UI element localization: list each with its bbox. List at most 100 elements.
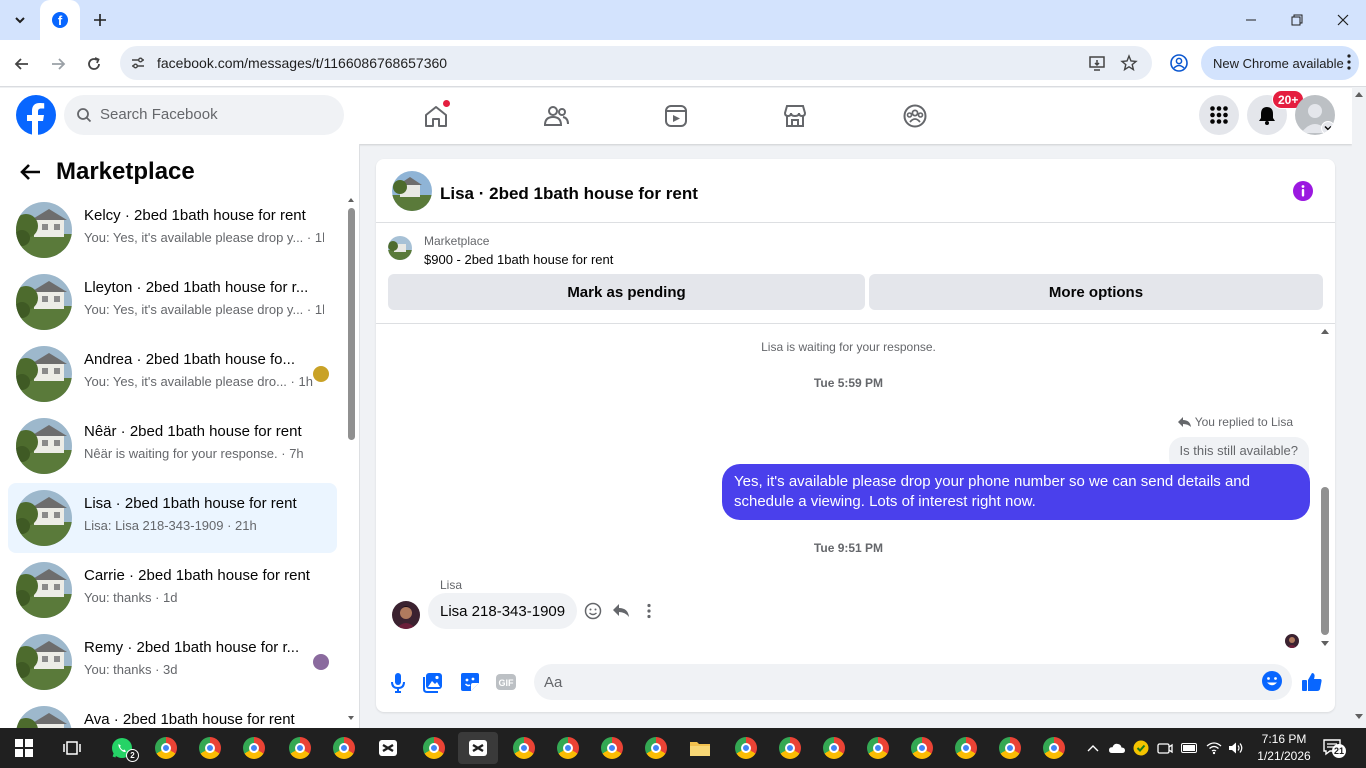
chrome-j-icon[interactable]: [504, 732, 544, 764]
conversation-item[interactable]: Lisa · 2bed 1bath house for rent Lisa: Li…: [8, 483, 337, 553]
browser-tab-facebook[interactable]: f: [40, 0, 80, 40]
outgoing-message[interactable]: Yes, it's available please drop your pho…: [722, 464, 1310, 520]
chrome-profile-icon[interactable]: [146, 732, 186, 764]
system-clock[interactable]: 7:16 PM 1/21/2026: [1254, 731, 1314, 765]
home-icon[interactable]: [420, 100, 452, 132]
address-bar[interactable]: facebook.com/messages/t/1166086768657360: [120, 46, 1152, 80]
page-scrollbar[interactable]: [1352, 88, 1366, 728]
site-settings-icon[interactable]: [130, 55, 146, 71]
new-tab-plus-icon[interactable]: [88, 8, 112, 32]
conversation-title: Lleyton · 2bed 1bath house for r...: [84, 279, 309, 296]
conversation-item[interactable]: Nêär · 2bed 1bath house for rent Nêär is …: [8, 411, 337, 481]
gif-icon[interactable]: GIF: [494, 670, 518, 694]
chrome-icon[interactable]: [234, 732, 274, 764]
back-arrow-icon[interactable]: [18, 159, 44, 185]
mark-as-pending-button[interactable]: Mark as pending: [388, 274, 865, 310]
message-input[interactable]: [534, 664, 1292, 700]
reload-icon[interactable]: [82, 52, 106, 76]
sender-avatar[interactable]: [392, 601, 420, 629]
conversation-item[interactable]: Ava · 2bed 1bath house for rent: [8, 699, 337, 728]
chrome-logo-icon: [199, 737, 221, 759]
conversation-item[interactable]: Andrea · 2bed 1bath house fo... You: Yes,…: [8, 339, 337, 409]
onedrive-cloud-icon[interactable]: [1109, 740, 1125, 756]
whatsapp-badge: 2: [126, 749, 139, 762]
conversation-item[interactable]: Lleyton · 2bed 1bath house for r... You: …: [8, 267, 337, 337]
back-arrow-icon[interactable]: [10, 52, 34, 76]
chrome-4-icon[interactable]: [858, 732, 898, 764]
facebook-logo-icon[interactable]: [16, 95, 56, 135]
conversation-item[interactable]: Carrie · 2bed 1bath house for rent You: t…: [8, 555, 337, 625]
chrome-a2-icon[interactable]: [636, 732, 676, 764]
sidebar-title: Marketplace: [56, 158, 195, 185]
chat-avatar[interactable]: [392, 171, 432, 211]
profile-icon[interactable]: [1169, 53, 1189, 73]
tab-search-chevron-icon[interactable]: [8, 8, 32, 32]
minimize-icon[interactable]: [1228, 0, 1274, 40]
chrome-3-icon[interactable]: [814, 732, 854, 764]
camera-app-icon[interactable]: [1157, 740, 1173, 756]
close-window-icon[interactable]: [1320, 0, 1366, 40]
start-windows-icon[interactable]: [4, 732, 44, 764]
listing-thumbnail[interactable]: [388, 236, 412, 260]
account-avatar[interactable]: [1295, 95, 1335, 135]
thumbs-up-icon[interactable]: [1300, 670, 1324, 694]
file-explorer-icon[interactable]: [680, 732, 720, 764]
listing-title[interactable]: $900 - 2bed 1bath house for rent: [424, 252, 613, 267]
url-text[interactable]: facebook.com/messages/t/1166086768657360: [157, 55, 447, 71]
home-notification-dot: [443, 100, 450, 107]
volume-icon[interactable]: [1228, 740, 1244, 756]
forward-arrow-icon[interactable]: [46, 52, 70, 76]
info-icon[interactable]: [1292, 180, 1314, 202]
conversation-item[interactable]: Remy · 2bed 1bath house for r... You: tha…: [8, 627, 337, 697]
facebook-search-bar[interactable]: Search Facebook: [64, 95, 344, 135]
whatsapp-icon[interactable]: 2: [102, 732, 142, 764]
chrome-2-icon[interactable]: [770, 732, 810, 764]
chrome-update-button[interactable]: New Chrome available: [1201, 46, 1359, 80]
incoming-message[interactable]: Lisa 218-343-1909: [428, 593, 578, 629]
notification-center-icon[interactable]: 21: [1322, 738, 1346, 758]
sticker-icon[interactable]: [458, 670, 482, 694]
microphone-icon[interactable]: [386, 670, 410, 694]
more-options-button[interactable]: More options: [869, 274, 1323, 310]
conversation-item[interactable]: Kelcy · 2bed 1bath house for rent You: Ye…: [8, 195, 337, 265]
chrome-h-icon[interactable]: [324, 732, 364, 764]
task-view-icon[interactable]: [52, 732, 92, 764]
capcut-active-icon[interactable]: [458, 732, 498, 764]
install-app-icon[interactable]: [1088, 54, 1106, 72]
listing-tag: Marketplace: [424, 234, 490, 248]
chrome-5-icon[interactable]: [902, 732, 942, 764]
battery-icon[interactable]: [1181, 740, 1197, 756]
norton-shield-icon[interactable]: [1133, 740, 1149, 756]
chrome-t-icon[interactable]: [548, 732, 588, 764]
chrome-z-icon[interactable]: [190, 732, 230, 764]
photo-icon[interactable]: [422, 670, 446, 694]
sidebar-scrollbar[interactable]: [346, 196, 356, 726]
restore-icon[interactable]: [1274, 0, 1320, 40]
chrome-k-icon[interactable]: [592, 732, 632, 764]
chrome-a-icon[interactable]: [414, 732, 454, 764]
friends-icon[interactable]: [540, 100, 572, 132]
video-icon[interactable]: [660, 100, 692, 132]
bookmark-star-icon[interactable]: [1120, 54, 1138, 72]
capcut-icon[interactable]: [368, 732, 408, 764]
chrome-6-icon[interactable]: [946, 732, 986, 764]
replied-note: You replied to Lisa: [1177, 415, 1293, 429]
chrome-ch-icon[interactable]: [280, 732, 320, 764]
chrome-1-icon[interactable]: [726, 732, 766, 764]
chat-header: Lisa · 2bed 1bath house for rent: [376, 159, 1335, 223]
menu-grid-icon[interactable]: [1199, 95, 1239, 135]
wifi-icon[interactable]: [1206, 740, 1222, 756]
react-emoji-icon[interactable]: [584, 602, 602, 620]
chrome-8-icon[interactable]: [1034, 732, 1074, 764]
groups-icon[interactable]: [899, 100, 931, 132]
read-receipt-avatar: [1285, 634, 1299, 648]
reply-icon[interactable]: [612, 602, 630, 620]
more-actions-icon[interactable]: [640, 602, 658, 620]
chrome-7-icon[interactable]: [990, 732, 1030, 764]
message-scrollbar[interactable]: [1319, 327, 1331, 651]
listing-thumbnail: [16, 202, 72, 258]
chat-title[interactable]: Lisa · 2bed 1bath house for rent: [440, 184, 698, 204]
emoji-picker-icon[interactable]: [1261, 670, 1285, 694]
tray-overflow-chevron-icon[interactable]: [1085, 740, 1101, 756]
marketplace-icon[interactable]: [779, 100, 811, 132]
